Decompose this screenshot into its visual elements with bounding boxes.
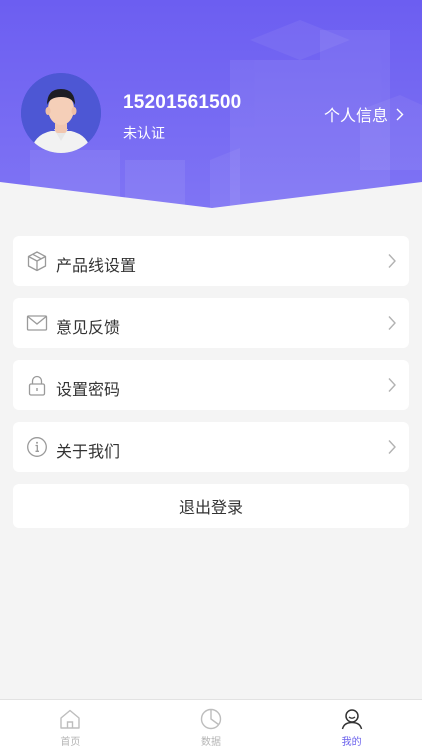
tab-label: 数据 (201, 737, 221, 748)
phone-number: 15201561500 (123, 92, 242, 113)
avatar[interactable] (21, 73, 101, 153)
menu-item-label: 设置密码 (56, 382, 121, 399)
lock-icon (28, 375, 46, 396)
chevron-right-icon (396, 108, 404, 120)
tab-home[interactable]: 首页 (0, 700, 141, 750)
tab-mine[interactable]: 我的 (281, 700, 422, 750)
profile-header: 15201561500 未认证 个人信息 (0, 0, 422, 210)
chevron-right-icon (388, 440, 396, 454)
verification-status: 未认证 (123, 125, 165, 141)
chevron-right-icon (388, 378, 396, 392)
cube-icon (27, 251, 47, 272)
chevron-right-icon (388, 254, 396, 268)
tab-label: 我的 (341, 737, 362, 748)
menu-item-about-us[interactable]: 关于我们 (13, 422, 409, 472)
tab-label: 首页 (60, 737, 81, 748)
personal-info-label: 个人信息 (323, 108, 388, 125)
menu-item-feedback[interactable]: 意见反馈 (13, 298, 409, 348)
menu-item-label: 意见反馈 (56, 320, 121, 337)
info-icon (27, 437, 47, 457)
mail-icon (26, 315, 48, 331)
pie-chart-icon (200, 708, 222, 730)
menu-item-label: 关于我们 (56, 444, 121, 461)
chevron-right-icon (388, 316, 396, 330)
home-icon (60, 709, 81, 729)
menu-item-product-line-settings[interactable]: 产品线设置 (13, 236, 409, 286)
menu-item-set-password[interactable]: 设置密码 (13, 360, 409, 410)
personal-info-link[interactable]: 个人信息 (324, 102, 404, 126)
logout-button[interactable]: 退出登录 (13, 484, 409, 528)
tab-data[interactable]: 数据 (141, 700, 282, 750)
user-icon (341, 709, 362, 730)
bottom-tab-bar: 首页 数据 我的 (0, 699, 422, 750)
menu-item-label: 产品线设置 (56, 258, 137, 275)
